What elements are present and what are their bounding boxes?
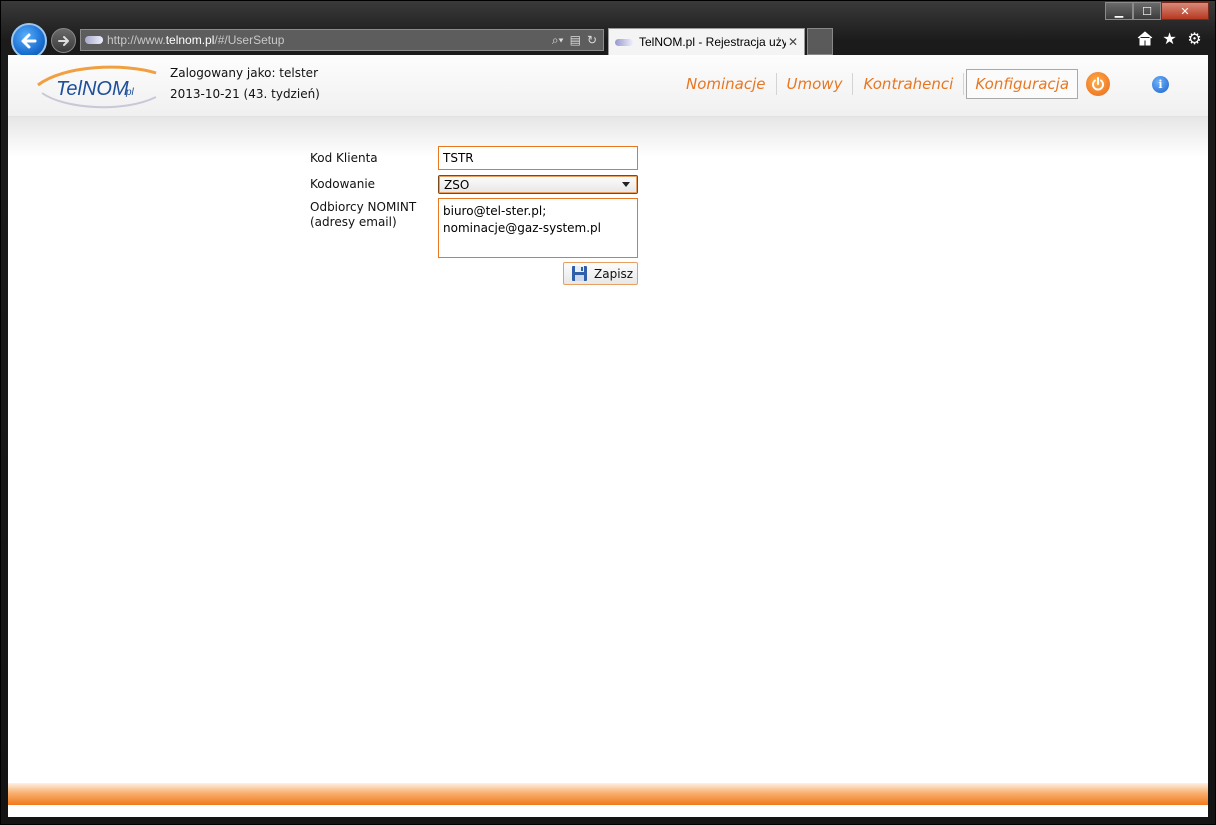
current-date: 2013-10-21 (43. tydzień): [170, 87, 320, 101]
tab-favicon-icon: [615, 38, 633, 46]
home-icon[interactable]: [1136, 29, 1153, 47]
logged-in-user: Zalogowany jako: telster: [170, 66, 319, 80]
logo-text: TelNOM: [56, 78, 129, 100]
nav-umowy[interactable]: Umowy: [779, 69, 851, 99]
close-window-button[interactable]: ✕: [1161, 2, 1209, 20]
nav-nominacje[interactable]: Nominacje: [678, 69, 774, 99]
client-code-label: Kod Klienta: [310, 151, 378, 165]
logout-button[interactable]: [1086, 72, 1111, 96]
telnom-logo[interactable]: TelNOM pl: [34, 63, 160, 111]
site-favicon-icon: [85, 36, 103, 44]
window-controls: ▁ ☐ ✕: [1105, 2, 1209, 20]
recipients-textarea[interactable]: biuro@tel-ster.pl; nominacje@gaz-system.…: [438, 198, 638, 258]
logo-suffix: pl: [125, 87, 135, 98]
encoding-select[interactable]: ZSO: [438, 175, 638, 194]
nav-kontrahenci[interactable]: Kontrahenci: [855, 69, 961, 99]
nav-divider: [963, 73, 965, 95]
client-code-input[interactable]: TSTR: [438, 146, 638, 170]
minimize-button[interactable]: ▁: [1105, 2, 1133, 20]
search-icon[interactable]: ⌕▾: [552, 33, 564, 48]
nav-divider: [775, 73, 777, 95]
tab-title: TelNOM.pl - Rejestracja uży...: [639, 35, 786, 49]
arrow-left-icon: [21, 33, 37, 49]
maximize-button[interactable]: ☐: [1133, 2, 1161, 20]
app-header: TelNOM pl Zalogowany jako: telster 2013-…: [8, 55, 1208, 117]
address-bar[interactable]: http://www.telnom.pl/#/UserSetup ⌕▾ ▤ ↻: [80, 29, 604, 51]
refresh-icon[interactable]: ↻: [587, 33, 597, 48]
nav-konfiguracja[interactable]: Konfiguracja: [966, 69, 1079, 99]
favorites-star-icon[interactable]: ★: [1161, 29, 1178, 48]
save-button-label: Zapisz: [594, 266, 634, 281]
floppy-disk-icon: [572, 266, 587, 281]
nav-divider: [852, 73, 854, 95]
recipients-label: Odbiorcy NOMINT (adresy email): [310, 200, 416, 230]
new-tab-button[interactable]: [807, 28, 833, 55]
settings-gear-icon[interactable]: ⚙: [1186, 29, 1203, 48]
footer-bottom: [8, 805, 1208, 817]
back-button[interactable]: [11, 23, 47, 59]
main-nav: Nominacje Umowy Kontrahenci Konfiguracja: [678, 69, 1111, 99]
encoding-selected-value: ZSO: [444, 177, 470, 192]
recipients-label-line2: (adresy email): [310, 215, 397, 229]
arrow-right-icon: [57, 35, 69, 46]
power-icon: [1092, 77, 1104, 91]
chevron-down-icon: [622, 182, 630, 187]
forward-button[interactable]: [51, 28, 76, 53]
recipients-label-line1: Odbiorcy NOMINT: [310, 200, 417, 214]
encoding-label: Kodowanie: [310, 177, 376, 191]
compatibility-view-icon[interactable]: ▤: [570, 33, 581, 48]
url-text[interactable]: http://www.telnom.pl/#/UserSetup: [107, 33, 552, 47]
info-icon[interactable]: i: [1152, 76, 1169, 93]
save-button[interactable]: Zapisz: [563, 262, 638, 285]
footer-bar: [8, 783, 1208, 805]
tab-telnom[interactable]: TelNOM.pl - Rejestracja uży... ✕: [608, 28, 805, 55]
tab-close-icon[interactable]: ✕: [786, 35, 800, 49]
page-viewport: TelNOM pl Zalogowany jako: telster 2013-…: [8, 55, 1208, 817]
